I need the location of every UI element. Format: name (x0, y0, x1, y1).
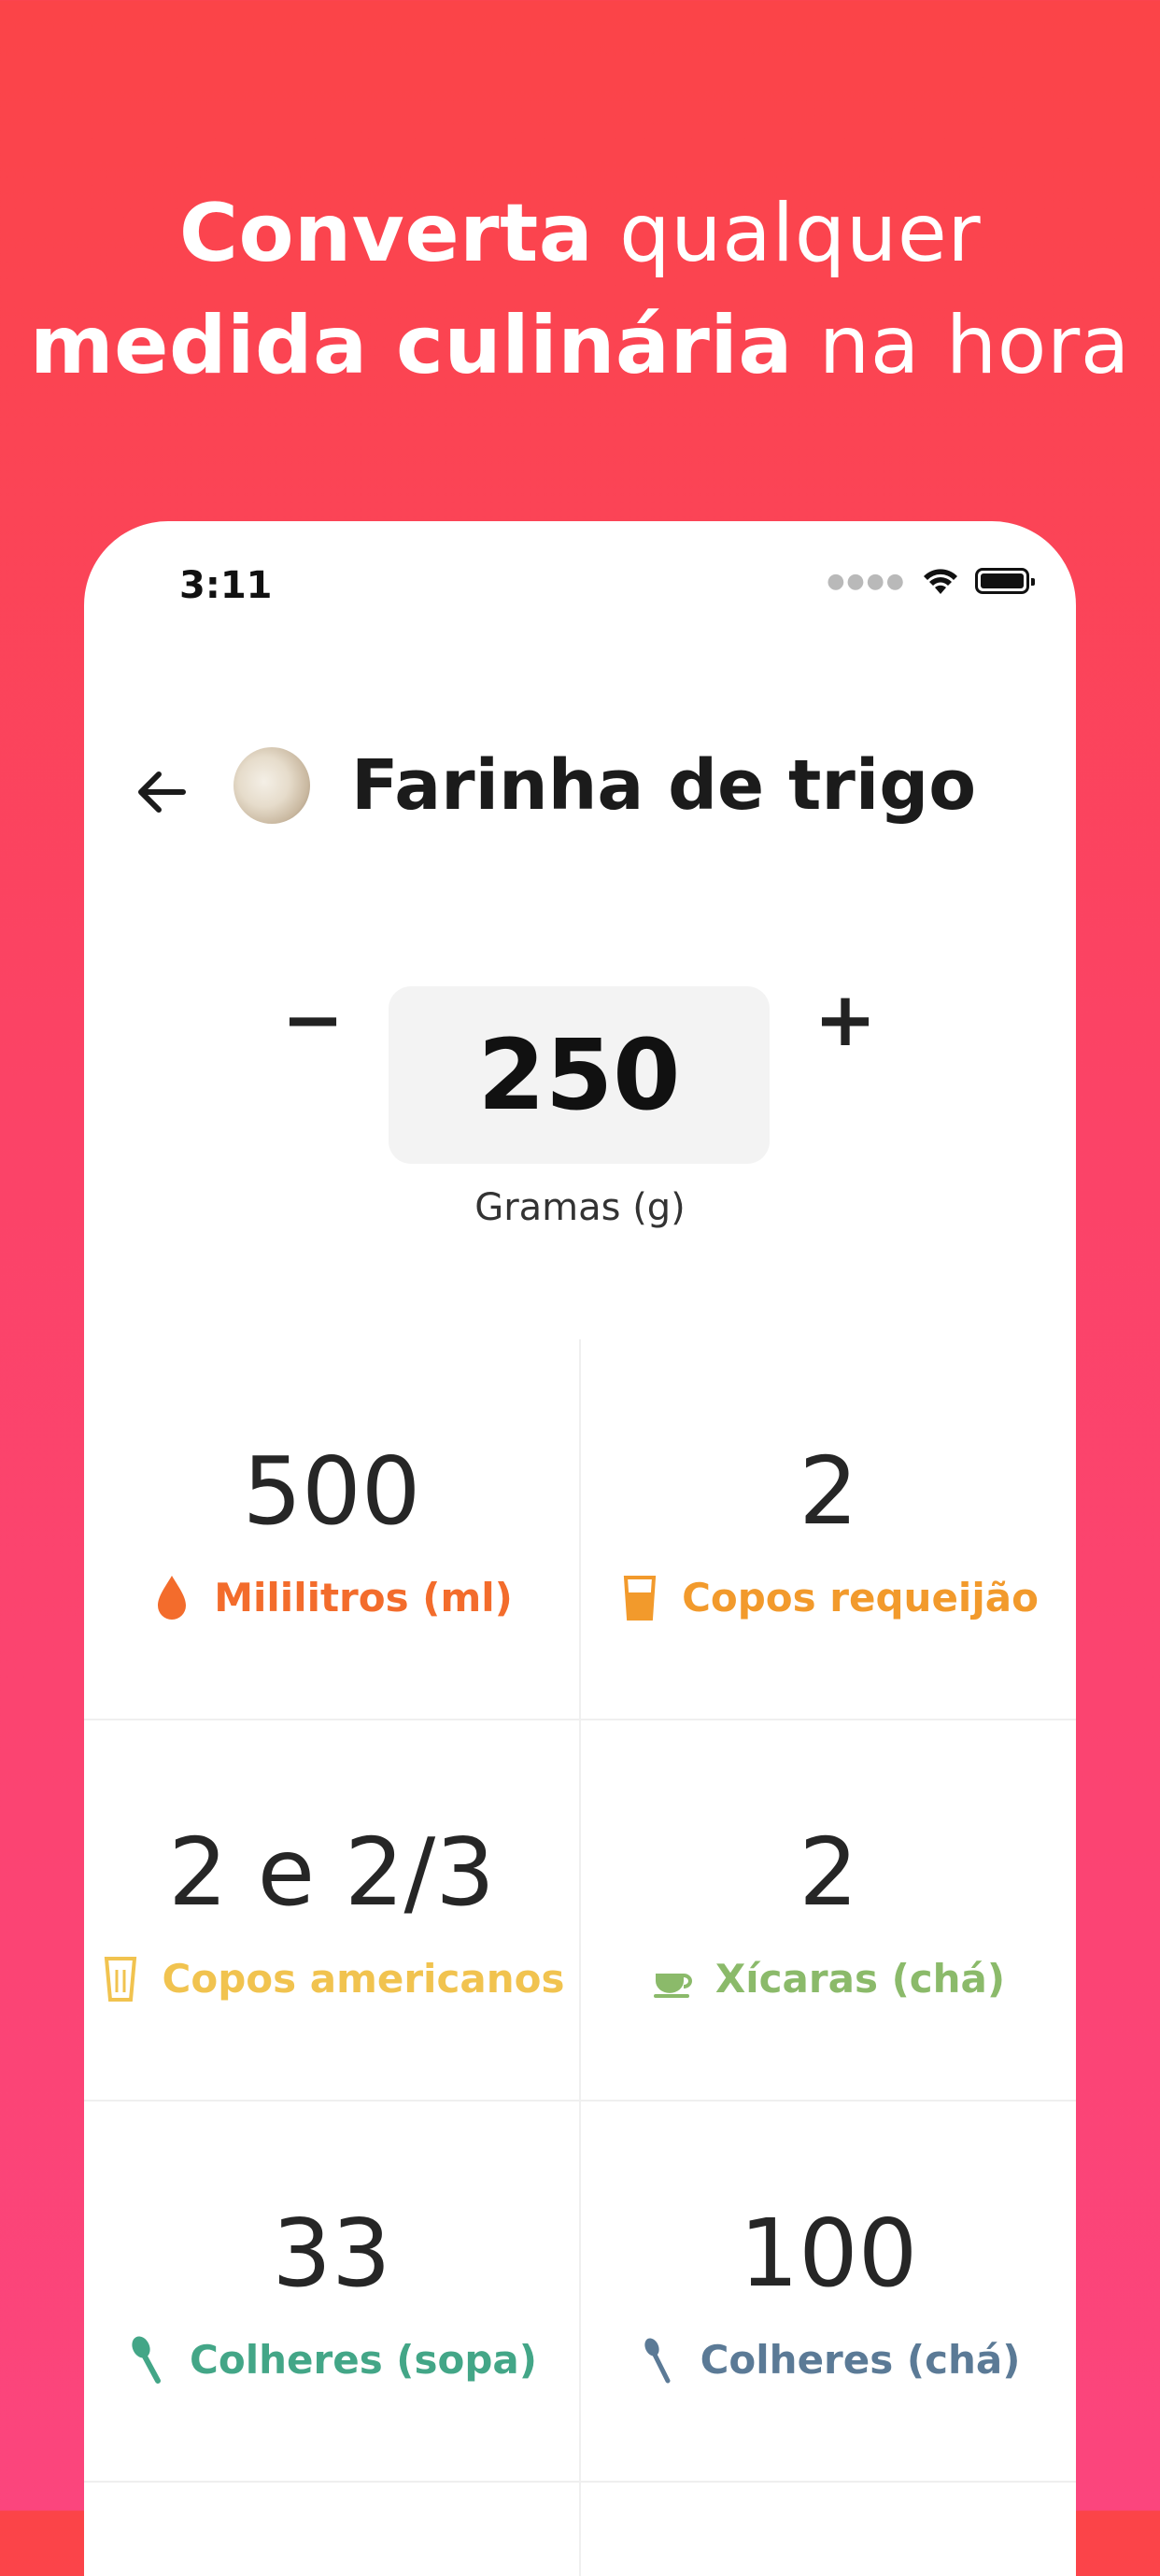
status-icons: ●●●● (827, 562, 1035, 600)
headline-bold-1: Converta (178, 187, 594, 280)
glass-icon (623, 1576, 657, 1621)
conversion-value: 33 (272, 2199, 391, 2308)
conversion-value: 2 e 2/3 (168, 1818, 495, 1927)
conversion-label: Colheres (sopa) (190, 2336, 537, 2383)
conversion-value: 2 (799, 1818, 858, 1927)
conversion-value: 100 (739, 2199, 918, 2308)
headline-bold-2: medida culinária (30, 299, 793, 392)
conversion-ml[interactable]: 500 Mililitros (ml) (84, 1339, 579, 1719)
decrease-button[interactable]: − (262, 968, 364, 1070)
headline-rest-1: qualquer (619, 187, 982, 280)
wifi-icon (924, 569, 957, 594)
spoon-icon (132, 2336, 162, 2384)
back-arrow-icon[interactable] (129, 759, 194, 825)
page-title: Farinha de trigo (351, 745, 977, 826)
battery-icon (975, 568, 1035, 594)
conversion-value: 500 (242, 1437, 421, 1546)
phone-screen: 3:11 ●●●● Farinha de trigo − 250 + Grama… (84, 521, 1076, 2576)
increase-button[interactable]: + (794, 968, 897, 1070)
conversion-value: 2 (799, 1437, 858, 1546)
conversion-label: Copos requeijão (682, 1574, 1039, 1621)
grid-divider (84, 2481, 1076, 2483)
signal-icon: ●●●● (827, 569, 906, 593)
conversion-label: Copos americanos (162, 1955, 565, 2002)
conversion-colheres-cha[interactable]: 100 Colheres (chá) (581, 2102, 1076, 2481)
conversion-label: Mililitros (ml) (214, 1574, 513, 1621)
conversion-label: Colheres (chá) (700, 2336, 1021, 2383)
amount-input[interactable]: 250 (389, 986, 770, 1164)
conversion-copos-requeijao[interactable]: 2 Copos requeijão (581, 1339, 1076, 1719)
teaspoon-icon (644, 2338, 671, 2384)
unit-label[interactable]: Gramas (g) (84, 1186, 1076, 1229)
conversion-copos-americanos[interactable]: 2 e 2/3 Copos americanos (84, 1720, 579, 2100)
conversion-xicaras[interactable]: 2 Xícaras (chá) (581, 1720, 1076, 2100)
headline-rest-2: na hora (818, 299, 1130, 392)
conversion-colheres-sopa[interactable]: 33 Colheres (sopa) (84, 2102, 579, 2481)
cup-icon (104, 1957, 136, 2002)
drop-icon (158, 1576, 187, 1620)
conversion-label: Xícaras (chá) (714, 1955, 1006, 2002)
ingredient-avatar (233, 747, 310, 824)
status-time: 3:11 (179, 564, 273, 607)
teacup-icon (653, 1974, 692, 1998)
headline: Converta qualquer medida culinária na ho… (0, 177, 1160, 402)
